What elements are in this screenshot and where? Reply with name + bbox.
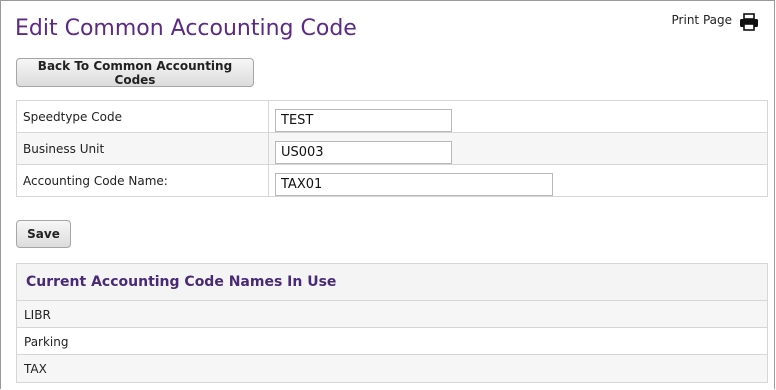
list-item: TAX <box>17 355 767 382</box>
business-unit-label: Business Unit <box>16 132 269 165</box>
save-button[interactable]: Save <box>16 220 71 248</box>
form-row-business-unit: Business Unit <box>16 132 768 165</box>
list-item: LIBR <box>17 301 767 328</box>
names-in-use-heading: Current Accounting Code Names In Use <box>17 264 767 301</box>
accounting-code-name-cell <box>268 164 768 197</box>
accounting-code-name-label: Accounting Code Name: <box>16 164 269 197</box>
business-unit-input[interactable] <box>275 141 452 164</box>
speedtype-label: Speedtype Code <box>16 100 269 133</box>
speedtype-cell <box>268 100 768 133</box>
list-item: Parking <box>17 328 767 355</box>
business-unit-cell <box>268 132 768 165</box>
form-row-code-name: Accounting Code Name: <box>16 164 768 197</box>
printer-icon[interactable] <box>738 12 760 32</box>
names-in-use-panel: Current Accounting Code Names In Use LIB… <box>16 263 768 383</box>
edit-form-table: Speedtype Code Business Unit Accounting … <box>16 100 768 197</box>
page-title: Edit Common Accounting Code <box>15 16 357 41</box>
back-to-codes-button[interactable]: Back To Common Accounting Codes <box>16 58 254 87</box>
accounting-code-name-input[interactable] <box>275 173 553 196</box>
speedtype-code-input[interactable] <box>275 109 452 132</box>
form-row-speedtype: Speedtype Code <box>16 100 768 133</box>
print-page-link[interactable]: Print Page <box>672 13 732 27</box>
